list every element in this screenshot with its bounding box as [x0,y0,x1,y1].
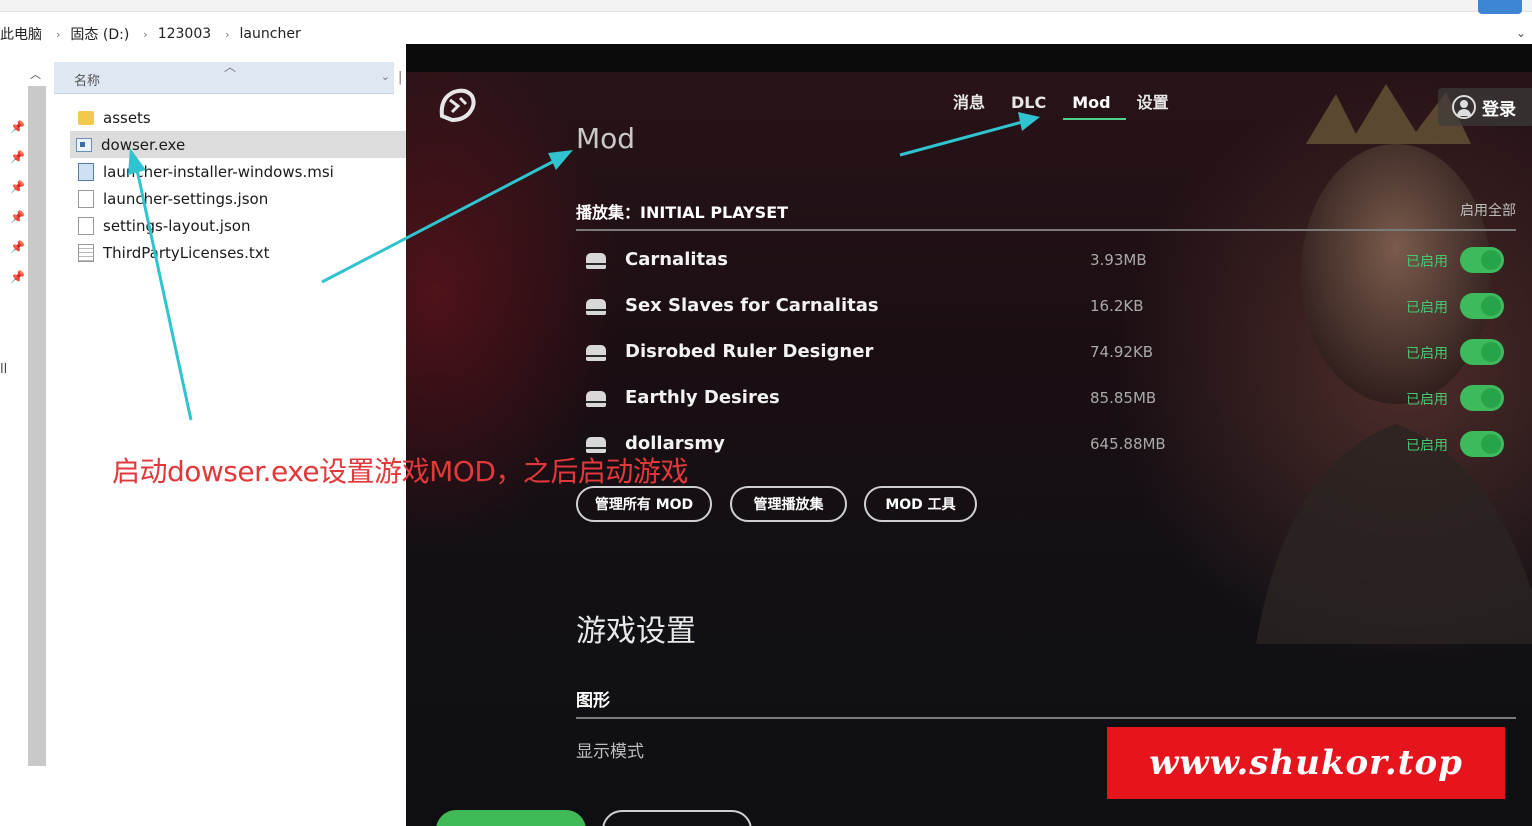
mod-section-title: Mod [576,122,636,155]
watermark-banner: www.shukor.top [1107,727,1505,799]
mod-status: 已启用 [1406,254,1448,270]
mod-status: 已启用 [1406,438,1448,454]
msi-icon [78,162,94,181]
screenshot-root: 此电脑 › 固态 (D:) › 123003 › launcher ⌄ ︿ 📌 … [0,0,1532,826]
mod-status: 已启用 [1406,346,1448,362]
watermark-text: www.shukor.top [1149,743,1463,783]
mod-size: 16.2KB [1090,297,1144,315]
file-icon [78,189,94,208]
nav-pane-edge-mark: ll [0,362,8,377]
mod-row[interactable]: Carnalitas 3.93MB 已启用 [576,241,1516,281]
mod-size: 85.85MB [1090,389,1157,407]
breadcrumb-this-pc[interactable]: 此电脑 [0,24,46,44]
secondary-button[interactable] [602,810,752,826]
mod-enable-toggle[interactable] [1460,293,1504,319]
mod-name: Earthly Desires [625,387,780,408]
instruction-caption: 启动dowser.exe设置游戏MOD，之后启动游戏 [112,455,688,488]
sort-ascending-icon: ︿ [224,60,237,74]
breadcrumb-chevron-icon: › [56,27,61,41]
column-name-label: 名称 [74,74,101,89]
file-row-launcher-settings[interactable]: launcher-settings.json [72,185,402,212]
file-name: ThirdPartyLicenses.txt [103,243,270,262]
mod-enable-toggle[interactable] [1460,339,1504,365]
app-badge-icon[interactable] [1478,0,1522,14]
tab-messages[interactable]: 消息 [940,92,998,120]
mod-tools-button[interactable]: MOD 工具 [864,486,977,522]
mod-drive-icon [586,253,606,269]
breadcrumb-chevron-icon: › [143,27,148,41]
file-name: settings-layout.json [103,216,251,235]
mod-drive-icon [586,345,606,361]
mod-name: Sex Slaves for Carnalitas [625,295,879,316]
mod-name: Carnalitas [625,249,728,270]
file-row-dowser-exe[interactable]: dowser.exe [70,131,406,158]
enable-all-button[interactable]: 启用全部 [1460,200,1516,220]
exe-icon [76,137,92,152]
display-mode-label: 显示模式 [576,742,644,762]
mod-name: Disrobed Ruler Designer [625,341,874,362]
breadcrumb-current-folder[interactable]: launcher [240,26,305,42]
mod-size: 74.92KB [1090,343,1154,361]
game-launcher-window: 消息 DLC Mod 设置 登录 Mod 播放集：INITIAL PLAYSET… [406,44,1532,826]
pin-icon[interactable]: 📌 [10,270,25,284]
mod-enable-toggle[interactable] [1460,385,1504,411]
nav-pane-scrollbar[interactable] [28,86,46,766]
text-file-icon [78,243,94,262]
file-name: launcher-settings.json [103,189,269,208]
column-header-name[interactable]: 名称 ︿ ⌄ [54,60,394,94]
pin-icon[interactable]: 📌 [10,180,25,194]
pin-icon[interactable]: 📌 [10,240,25,254]
mod-status: 已启用 [1406,392,1448,408]
file-icon [78,216,94,235]
game-settings-title: 游戏设置 [576,614,696,649]
column-filter-icon[interactable]: ⌄ [381,70,390,83]
file-name: launcher-installer-windows.msi [103,162,334,181]
explorer-title-strip [0,0,1532,14]
file-row-assets[interactable]: assets [72,104,402,131]
breadcrumb-chevron-icon: › [225,27,230,41]
column-header-next[interactable]: | [398,70,402,85]
mod-drive-icon [586,391,606,407]
login-button[interactable]: 登录 [1438,88,1532,126]
breadcrumb-drive[interactable]: 固态 (D:) [70,24,133,44]
mod-row[interactable]: Sex Slaves for Carnalitas 16.2KB 已启用 [576,287,1516,327]
mod-size: 645.88MB [1090,435,1166,453]
file-name: dowser.exe [101,135,186,154]
mod-enable-toggle[interactable] [1460,431,1504,457]
mod-row[interactable]: Disrobed Ruler Designer 74.92KB 已启用 [576,333,1516,373]
playset-divider [576,229,1516,231]
tab-settings[interactable]: 设置 [1124,92,1182,120]
file-name: assets [103,108,151,127]
folder-icon [78,110,94,125]
pin-icon[interactable]: 📌 [10,150,25,164]
breadcrumb-folder[interactable]: 123003 [158,26,215,42]
file-row-third-party-licenses[interactable]: ThirdPartyLicenses.txt [72,239,402,266]
file-row-installer-msi[interactable]: launcher-installer-windows.msi [72,158,402,185]
pin-icon[interactable]: 📌 [10,120,25,134]
mod-status: 已启用 [1406,300,1448,316]
mod-row[interactable]: dollarsmy 645.88MB 已启用 [576,425,1516,465]
game-logo-icon[interactable] [436,86,478,124]
address-dropdown-icon[interactable]: ⌄ [1516,26,1526,40]
graphics-label: 图形 [576,691,610,711]
file-row-settings-layout[interactable]: settings-layout.json [72,212,402,239]
playset-label[interactable]: 播放集：INITIAL PLAYSET [576,199,788,223]
scroll-up-icon[interactable]: ︿ [30,66,41,82]
mod-size: 3.93MB [1090,251,1147,269]
launcher-title-bar [406,44,1532,72]
mod-enable-toggle[interactable] [1460,247,1504,273]
pin-icon[interactable]: 📌 [10,210,25,224]
mod-row[interactable]: Earthly Desires 85.85MB 已启用 [576,379,1516,419]
mod-drive-icon [586,299,606,315]
graphics-divider [576,717,1516,719]
manage-playsets-button[interactable]: 管理播放集 [730,486,847,522]
login-label: 登录 [1482,99,1516,120]
user-icon [1452,95,1476,119]
tab-mod[interactable]: Mod [1059,92,1126,120]
launcher-nav-tabs: 消息 DLC Mod 设置 [940,92,1182,120]
play-button[interactable] [436,810,586,826]
manage-all-mods-button[interactable]: 管理所有 MOD [576,486,712,522]
tab-dlc[interactable]: DLC [998,92,1059,120]
